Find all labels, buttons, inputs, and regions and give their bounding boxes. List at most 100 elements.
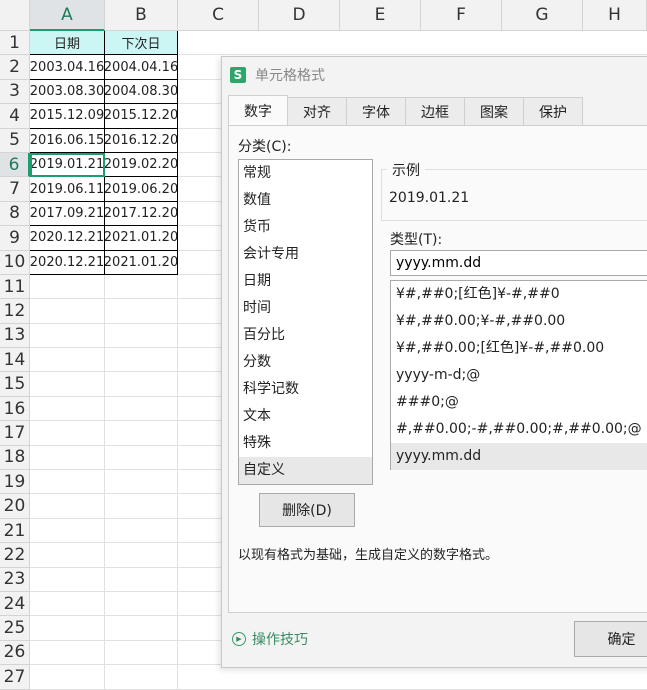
select-all-corner[interactable] — [0, 0, 30, 31]
format-item[interactable]: ¥#,##0;[红色]¥-#,##0 — [391, 281, 647, 308]
cell-next-date[interactable]: 2021.01.20 — [105, 226, 178, 251]
row-header[interactable]: 15 — [0, 372, 30, 397]
empty-cell[interactable] — [30, 421, 105, 446]
category-item[interactable]: 特殊 — [239, 430, 372, 457]
format-item-selected[interactable]: yyyy.mm.dd — [391, 443, 647, 470]
empty-cell[interactable] — [105, 421, 178, 446]
empty-cell[interactable] — [105, 494, 178, 519]
active-cell[interactable]: 2019.01.21 — [30, 152, 105, 178]
empty-cell[interactable] — [30, 640, 105, 666]
column-header-h[interactable]: H — [583, 0, 647, 31]
row-header[interactable]: 26 — [0, 640, 30, 666]
empty-cell[interactable] — [30, 372, 105, 397]
empty-cell[interactable] — [30, 348, 105, 373]
dialog-titlebar[interactable]: S 单元格格式 — [222, 57, 647, 93]
row-header[interactable]: 10 — [0, 250, 30, 275]
empty-cell[interactable] — [30, 665, 105, 690]
row-header[interactable]: 21 — [0, 518, 30, 544]
row-header[interactable]: 5 — [0, 128, 30, 153]
cell-date[interactable]: 2020.12.21 — [30, 226, 105, 251]
row-header[interactable]: 4 — [0, 104, 30, 129]
tab-border[interactable]: 边框 — [405, 97, 465, 126]
empty-cell[interactable] — [105, 591, 178, 617]
empty-cell[interactable] — [30, 591, 105, 617]
column-header-b[interactable]: B — [105, 0, 178, 31]
category-item[interactable]: 百分比 — [239, 322, 372, 349]
cell-header-date[interactable]: 日期 — [30, 31, 105, 56]
format-item[interactable]: ¥#,##0.00;[红色]¥-#,##0.00 — [391, 335, 647, 362]
empty-cell[interactable] — [105, 372, 178, 397]
row-header[interactable]: 14 — [0, 348, 30, 373]
cell-date[interactable]: 2003.08.30 — [30, 79, 105, 105]
tab-alignment[interactable]: 对齐 — [287, 97, 347, 126]
row-header[interactable]: 16 — [0, 396, 30, 422]
delete-button[interactable]: 删除(D) — [259, 493, 355, 527]
format-item[interactable]: ###0;@ — [391, 389, 647, 416]
category-item[interactable]: 日期 — [239, 268, 372, 295]
cell-next-date[interactable]: 2016.12.20 — [105, 128, 178, 153]
row-header[interactable]: 17 — [0, 421, 30, 446]
empty-cells[interactable] — [178, 665, 647, 690]
tab-pattern[interactable]: 图案 — [464, 97, 524, 126]
column-header-g[interactable]: G — [502, 0, 583, 31]
cell-date[interactable]: 2016.06.15 — [30, 128, 105, 153]
column-header-f[interactable]: F — [421, 0, 502, 31]
row-header[interactable]: 11 — [0, 274, 30, 300]
format-item[interactable]: ¥#,##0.00;¥-#,##0.00 — [391, 308, 647, 335]
cell-next-date[interactable]: 2015.12.20 — [105, 104, 178, 129]
category-item-selected[interactable]: 自定义 — [239, 457, 372, 484]
category-item[interactable]: 数值 — [239, 187, 372, 214]
row-header[interactable]: 19 — [0, 470, 30, 495]
cell-date[interactable]: 2020.12.21 — [30, 250, 105, 275]
empty-cell[interactable] — [30, 616, 105, 641]
format-list[interactable]: ¥#,##0;[红色]¥-#,##0 ¥#,##0.00;¥-#,##0.00 … — [390, 280, 647, 470]
row-header[interactable]: 22 — [0, 543, 30, 568]
empty-cell[interactable] — [105, 299, 178, 324]
category-item[interactable]: 文本 — [239, 403, 372, 430]
tab-protection[interactable]: 保护 — [523, 97, 583, 126]
row-header[interactable]: 20 — [0, 494, 30, 519]
row-header[interactable]: 8 — [0, 201, 30, 227]
row-header[interactable]: 18 — [0, 445, 30, 471]
empty-cell[interactable] — [105, 616, 178, 641]
tips-link[interactable]: ▶ 操作技巧 — [232, 629, 308, 649]
empty-cell[interactable] — [30, 299, 105, 324]
cell-next-date[interactable]: 2004.08.30 — [105, 79, 178, 105]
row-header[interactable]: 2 — [0, 55, 30, 80]
cell-date[interactable]: 2017.09.21 — [30, 201, 105, 227]
cell-next-date[interactable]: 2021.01.20 — [105, 250, 178, 275]
cell-next-date[interactable]: 2017.12.20 — [105, 201, 178, 227]
cell-date[interactable]: 2019.06.11 — [30, 177, 105, 202]
empty-cell[interactable] — [105, 640, 178, 666]
row-header[interactable]: 13 — [0, 323, 30, 349]
empty-cell[interactable] — [30, 543, 105, 568]
empty-cell[interactable] — [105, 445, 178, 471]
empty-cell[interactable] — [105, 470, 178, 495]
cell-date[interactable]: 2003.04.16 — [30, 55, 105, 80]
cell-next-date[interactable]: 2019.06.20 — [105, 177, 178, 202]
empty-cell[interactable] — [30, 518, 105, 544]
category-item[interactable]: 常规 — [239, 160, 372, 187]
row-header[interactable]: 25 — [0, 616, 30, 641]
format-item[interactable]: yyyy-m-d;@ — [391, 362, 647, 389]
category-item[interactable]: 时间 — [239, 295, 372, 322]
row-header[interactable]: 9 — [0, 226, 30, 251]
empty-cell[interactable] — [105, 567, 178, 592]
empty-cell[interactable] — [105, 543, 178, 568]
category-item[interactable]: 货币 — [239, 214, 372, 241]
empty-cell[interactable] — [105, 665, 178, 690]
column-header-e[interactable]: E — [340, 0, 421, 31]
row-header[interactable]: 3 — [0, 79, 30, 105]
row-header[interactable]: 24 — [0, 591, 30, 617]
empty-cell[interactable] — [30, 567, 105, 592]
category-item[interactable]: 会计专用 — [239, 241, 372, 268]
empty-cell[interactable] — [105, 274, 178, 300]
empty-cell[interactable] — [105, 518, 178, 544]
empty-cell[interactable] — [30, 445, 105, 471]
row-header[interactable]: 23 — [0, 567, 30, 592]
tab-font[interactable]: 字体 — [346, 97, 406, 126]
empty-cell[interactable] — [30, 396, 105, 422]
tab-number[interactable]: 数字 — [228, 95, 288, 126]
row-header[interactable]: 27 — [0, 665, 30, 690]
empty-cell[interactable] — [30, 494, 105, 519]
